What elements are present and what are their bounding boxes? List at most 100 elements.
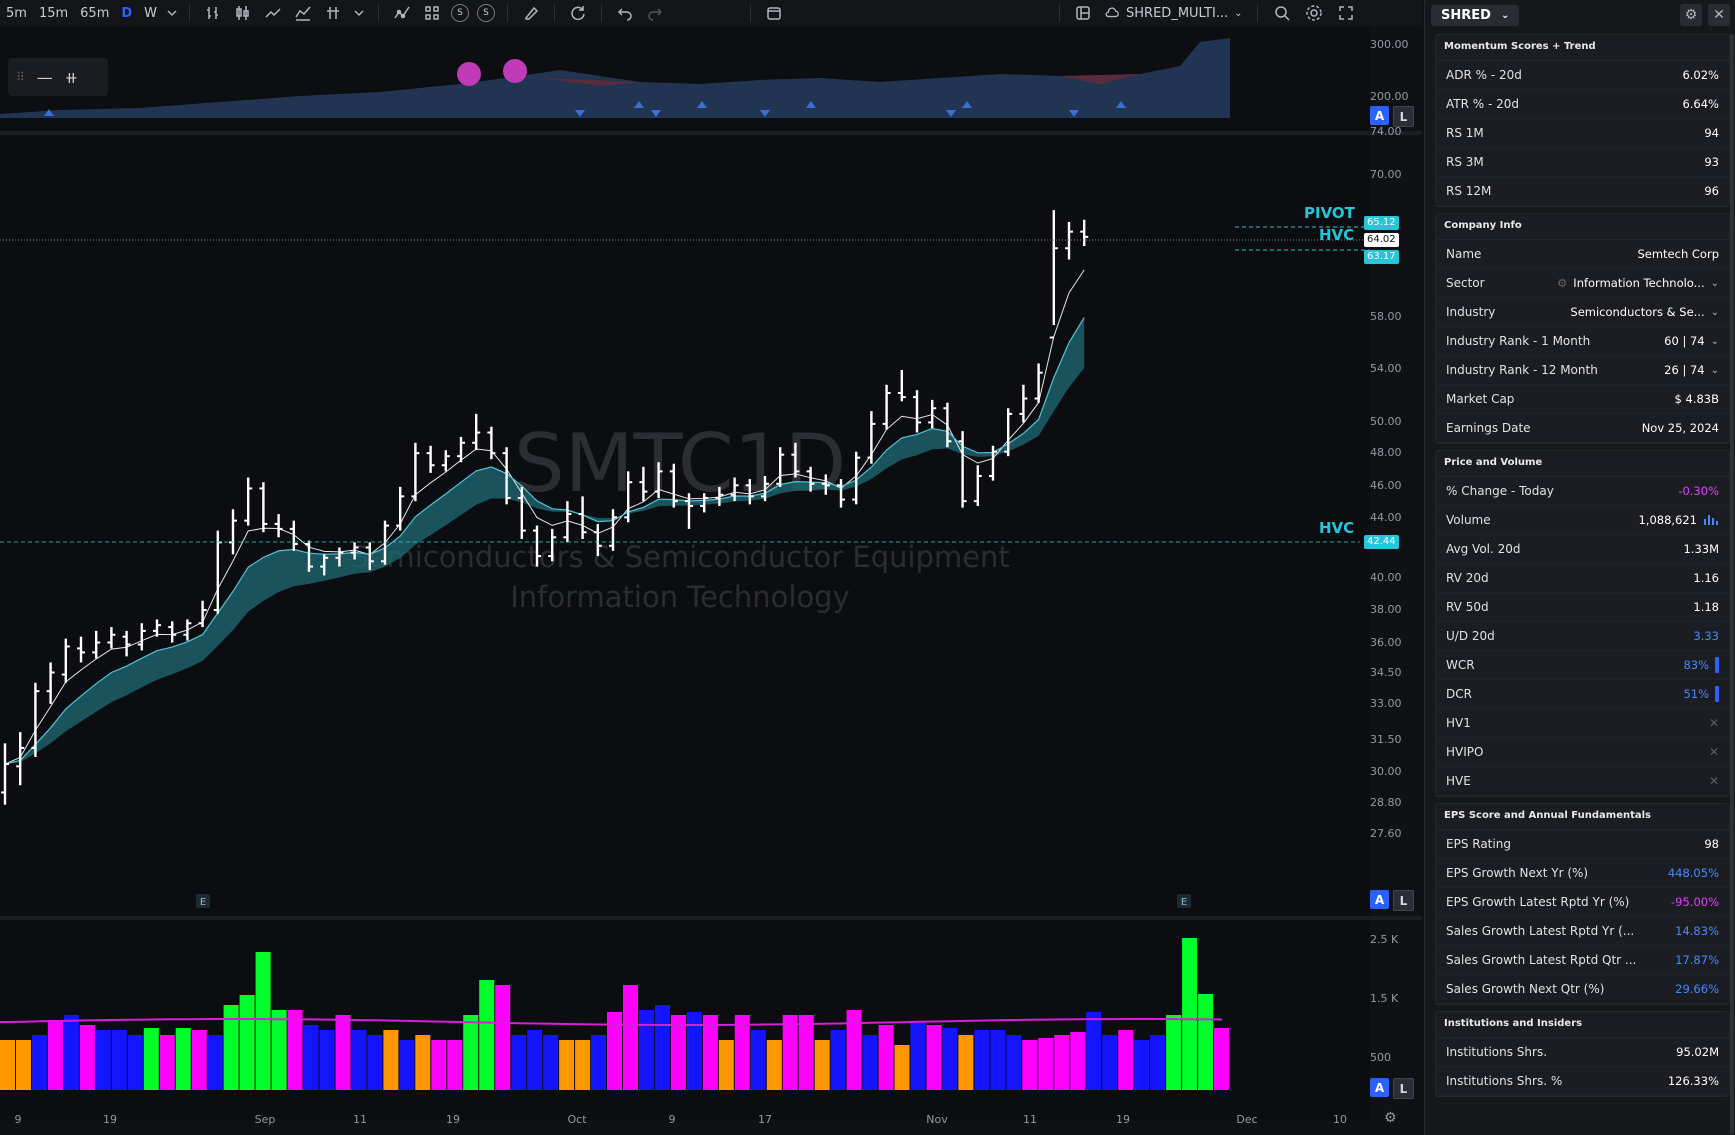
time-axis-tick: 19 [1116, 1113, 1130, 1126]
indicators-icon[interactable] [387, 1, 417, 25]
panel-selector[interactable]: SHRED ⌄ [1431, 4, 1520, 26]
price-axis-tick: 38.00 [1370, 603, 1402, 616]
horizontal-line-icon[interactable]: — [37, 68, 53, 87]
price-axis-tick: 40.00 [1370, 571, 1402, 584]
templates-icon[interactable] [417, 1, 447, 25]
chevron-down-icon[interactable]: ⌄ [1711, 365, 1719, 376]
row-value-wrap: 95.02M [1676, 1045, 1719, 1059]
toolbar-divider [507, 4, 509, 22]
bar-pattern-icon[interactable]: ⧺ [65, 68, 78, 87]
area-style-icon[interactable] [288, 1, 318, 25]
pane-divider[interactable] [0, 131, 1422, 135]
candles-style-icon[interactable] [228, 1, 258, 25]
time-axis-tick: Nov [926, 1113, 948, 1126]
interval-dropdown-icon[interactable] [163, 1, 181, 25]
volume-bar [351, 1030, 367, 1090]
interval-d[interactable]: D [115, 1, 138, 25]
volume-bar [287, 1010, 303, 1090]
panel-sections: Momentum Scores + Trend ADR % - 20d 6.02% A… [1425, 34, 1735, 1097]
interval-65m[interactable]: 65m [74, 1, 115, 25]
auto-scale-button[interactable]: A [1370, 890, 1389, 909]
section-title: Institutions and Insiders [1436, 1012, 1729, 1038]
pane-divider[interactable] [0, 916, 1422, 920]
log-scale-button[interactable]: L [1393, 106, 1414, 127]
row-value-wrap: 98 [1704, 837, 1719, 851]
replay-icon[interactable] [563, 1, 593, 25]
chevron-down-icon[interactable]: ⌄ [1711, 278, 1719, 289]
interval-5m[interactable]: 5m [0, 1, 33, 25]
layout-name: SHRED_MULTI... [1126, 5, 1229, 21]
row-value-wrap: 1.18 [1693, 600, 1719, 614]
volume-bar [543, 1035, 559, 1090]
section-title: EPS Score and Annual Fundamentals [1436, 804, 1729, 830]
top-toolbar: 5m 15m 65m D W S S SHRED_MULTI... ⌄ [0, 0, 1422, 26]
row-value: 6.64% [1682, 97, 1719, 111]
panel-close-icon[interactable]: ✕ [1708, 4, 1730, 26]
auto-scale-button[interactable]: A [1370, 106, 1389, 125]
row-value: 448.05% [1667, 866, 1719, 880]
undo-icon[interactable] [610, 1, 640, 25]
log-scale-button[interactable]: L [1393, 890, 1414, 911]
interval-w[interactable]: W [138, 1, 163, 25]
row-value: 95.02M [1676, 1045, 1719, 1059]
chevron-down-icon[interactable]: ⌄ [1711, 307, 1719, 318]
breadth-axis-200: 200.00 [1370, 90, 1409, 103]
panel-row: DCR 51% [1436, 680, 1729, 709]
price-axis-tick: 31.50 [1370, 733, 1402, 746]
line-style-icon[interactable] [258, 1, 288, 25]
row-label: Industry Rank - 12 Month [1446, 363, 1598, 377]
time-axis-settings-icon[interactable]: ⚙ [1384, 1110, 1397, 1126]
row-value-wrap: 6.02% [1682, 68, 1719, 82]
row-value-wrap: 93 [1704, 155, 1719, 169]
earnings-marker-label: E [1181, 897, 1187, 908]
chart-area[interactable]: SMTC1D Semiconductors & Semiconductor Eq… [0, 26, 1422, 1135]
bars-style-icon[interactable] [198, 1, 228, 25]
drag-handle-icon[interactable]: ⠿ [16, 70, 25, 84]
time-axis-tick: 9 [669, 1113, 676, 1126]
watermark-sector: Information Technology [510, 580, 850, 614]
panel-settings-gear-icon[interactable]: ⚙ [1680, 4, 1702, 26]
price-axis-tick: 70.00 [1370, 168, 1402, 181]
cloud-icon [1105, 7, 1119, 18]
row-label: EPS Growth Next Yr (%) [1446, 866, 1589, 880]
symbol-s1-icon[interactable]: S [451, 4, 470, 22]
hvc-label-2: HVC [1319, 519, 1355, 537]
row-value-wrap: 83% [1683, 657, 1719, 673]
layout-name-button[interactable]: SHRED_MULTI... ⌄ [1098, 1, 1249, 25]
row-value-wrap: -0.30% [1678, 484, 1719, 498]
chart-canvas[interactable]: SMTC1D Semiconductors & Semiconductor Eq… [0, 26, 1422, 1135]
panel-scrollbar[interactable] [1730, 34, 1734, 1134]
auto-scale-button[interactable]: A [1370, 1078, 1389, 1097]
row-label: EPS Rating [1446, 837, 1511, 851]
layout-icon[interactable] [1068, 1, 1098, 25]
fullscreen-icon[interactable] [1330, 1, 1362, 25]
eraser-icon[interactable] [516, 1, 546, 25]
signal-dot [503, 59, 527, 83]
price-axis-tick: 48.00 [1370, 446, 1402, 459]
panel-row[interactable]: Industry Rank - 12 Month 26 | 74 ⌄ [1436, 356, 1729, 385]
chevron-down-icon: ⌄ [1234, 7, 1243, 19]
row-value-wrap: 94 [1704, 126, 1719, 140]
chevron-down-icon[interactable]: ⌄ [1711, 336, 1719, 347]
hlc-style-icon[interactable] [318, 1, 348, 25]
row-value-wrap: 29.66% [1675, 982, 1719, 996]
redo-icon[interactable] [640, 1, 670, 25]
panel-row[interactable]: Sector ⚙ Information Technolo... ⌄ [1436, 269, 1729, 298]
zoom-search-icon[interactable] [1266, 1, 1298, 25]
panel-row[interactable]: Industry Semiconductors & Se... ⌄ [1436, 298, 1729, 327]
settings-gear-icon[interactable] [1298, 1, 1330, 25]
volume-bar [639, 1010, 654, 1090]
row-label: HV1 [1446, 716, 1471, 730]
volume-bar [335, 1015, 351, 1090]
interval-15m[interactable]: 15m [33, 1, 74, 25]
volume-bar [686, 1012, 702, 1090]
snapshot-icon[interactable] [759, 1, 789, 25]
row-label: Avg Vol. 20d [1446, 542, 1521, 556]
log-scale-button[interactable]: L [1393, 1078, 1414, 1099]
volume-bar [766, 1040, 782, 1090]
row-value: Information Technolo... [1573, 276, 1705, 290]
chart-style-dropdown-icon[interactable] [348, 1, 370, 25]
symbol-s2-icon[interactable]: S [477, 4, 496, 22]
volume-bar [399, 1040, 415, 1090]
panel-row[interactable]: Industry Rank - 1 Month 60 | 74 ⌄ [1436, 327, 1729, 356]
